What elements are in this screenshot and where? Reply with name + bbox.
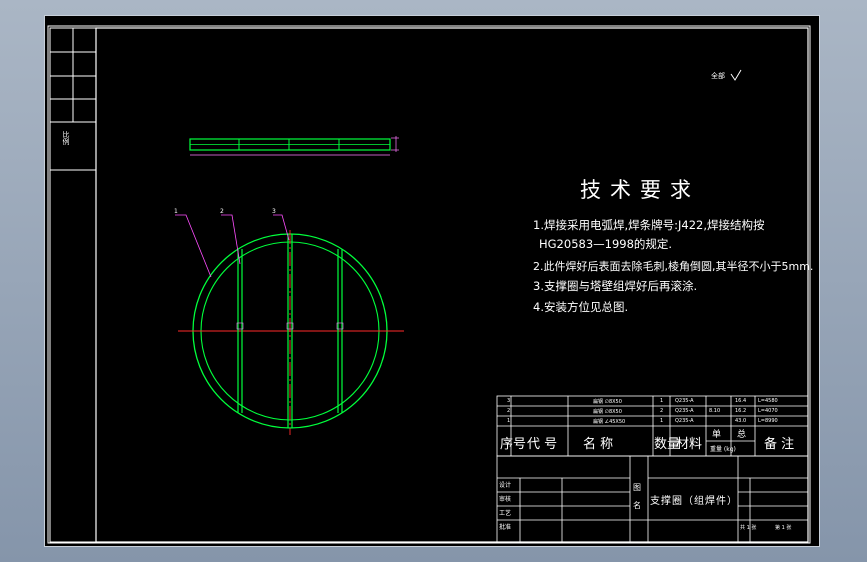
title-label-process: 工艺: [499, 510, 512, 517]
balloon-label: 3: [272, 208, 276, 215]
bom-remark: L=4070: [758, 408, 778, 414]
drawing-frame: [95, 27, 809, 543]
bom-total: 43.0: [735, 418, 747, 424]
title-label-approved: 批准: [499, 524, 512, 531]
bom-remark: L=4580: [758, 398, 778, 404]
bom-qty: 2: [660, 408, 664, 414]
bom-header-unit-weight: 单: [712, 430, 722, 440]
ring-view: [175, 214, 404, 435]
bom-material: Q235-A: [675, 418, 694, 424]
bom-header-name: 名 称: [583, 437, 614, 452]
tech-requirement-item: HG20583—1998的规定.: [539, 237, 673, 251]
bom-name: 扁钢 ∠45X50: [593, 419, 626, 425]
title-label-drafted: 设计: [499, 482, 512, 489]
drawing-canvas: [47, 25, 811, 544]
bom-unit: 8.10: [709, 408, 721, 414]
bom-header-total-weight: 总: [737, 430, 747, 440]
bom-header-remarks: 备 注: [764, 437, 795, 452]
part-name: 支撑圈（组焊件）: [650, 496, 738, 507]
bom-header-material: 材料: [676, 437, 703, 452]
bom-header-code: 代 号: [527, 437, 558, 452]
bom-qty: 1: [660, 418, 664, 424]
bom-name: 扁钢 ∅8X50: [593, 409, 622, 415]
leader-line: [221, 214, 241, 265]
title-mark-scale: 图: [633, 483, 641, 492]
title-mark-name: 名: [633, 501, 641, 510]
bom-material: Q235-A: [675, 408, 694, 414]
bom-total: 16.4: [735, 398, 747, 404]
tech-requirements-title: 技术要求: [580, 178, 700, 202]
bom-material: Q235-A: [675, 398, 694, 404]
title-label-checked: 审核: [499, 496, 512, 503]
sheet-count: 共 1 张: [740, 525, 757, 531]
tech-requirement-item: 2.此件焊好后表面去除毛刺,棱角倒圆,其半径不小于5mm.: [533, 260, 814, 273]
leader-line: [273, 214, 290, 241]
bom-qty: 1: [660, 398, 664, 404]
tech-requirement-item: 4.安装方位见总图.: [533, 300, 629, 314]
tech-requirement-item: 1.焊接采用电弧焊,焊条牌号:J422,焊接结构按: [533, 218, 765, 232]
roughness-note: 全部: [711, 72, 725, 80]
tech-requirement-item: 3.支撑圈与塔壁组焊好后再滚涂.: [533, 279, 698, 293]
bom-seq: 1: [507, 418, 511, 424]
roughness-symbol-icon: [730, 69, 742, 81]
balloon-label: 2: [220, 208, 224, 215]
bom-header-seq: 序号: [500, 437, 527, 452]
binding-stamp: 比例: [62, 131, 70, 145]
leader-line: [175, 214, 212, 278]
bom-remark: L=8990: [758, 418, 778, 424]
bom-header-weight-unit: 重量 (kg): [710, 446, 736, 453]
bom-name: 扁钢 ∅8X50: [593, 399, 622, 405]
top-view: [189, 136, 399, 156]
bom-seq: 3: [507, 398, 511, 404]
sheet-number: 第 1 张: [775, 525, 792, 531]
balloon-label: 1: [174, 208, 178, 215]
bom-seq: 2: [507, 408, 511, 414]
bom-total: 16.2: [735, 408, 747, 414]
